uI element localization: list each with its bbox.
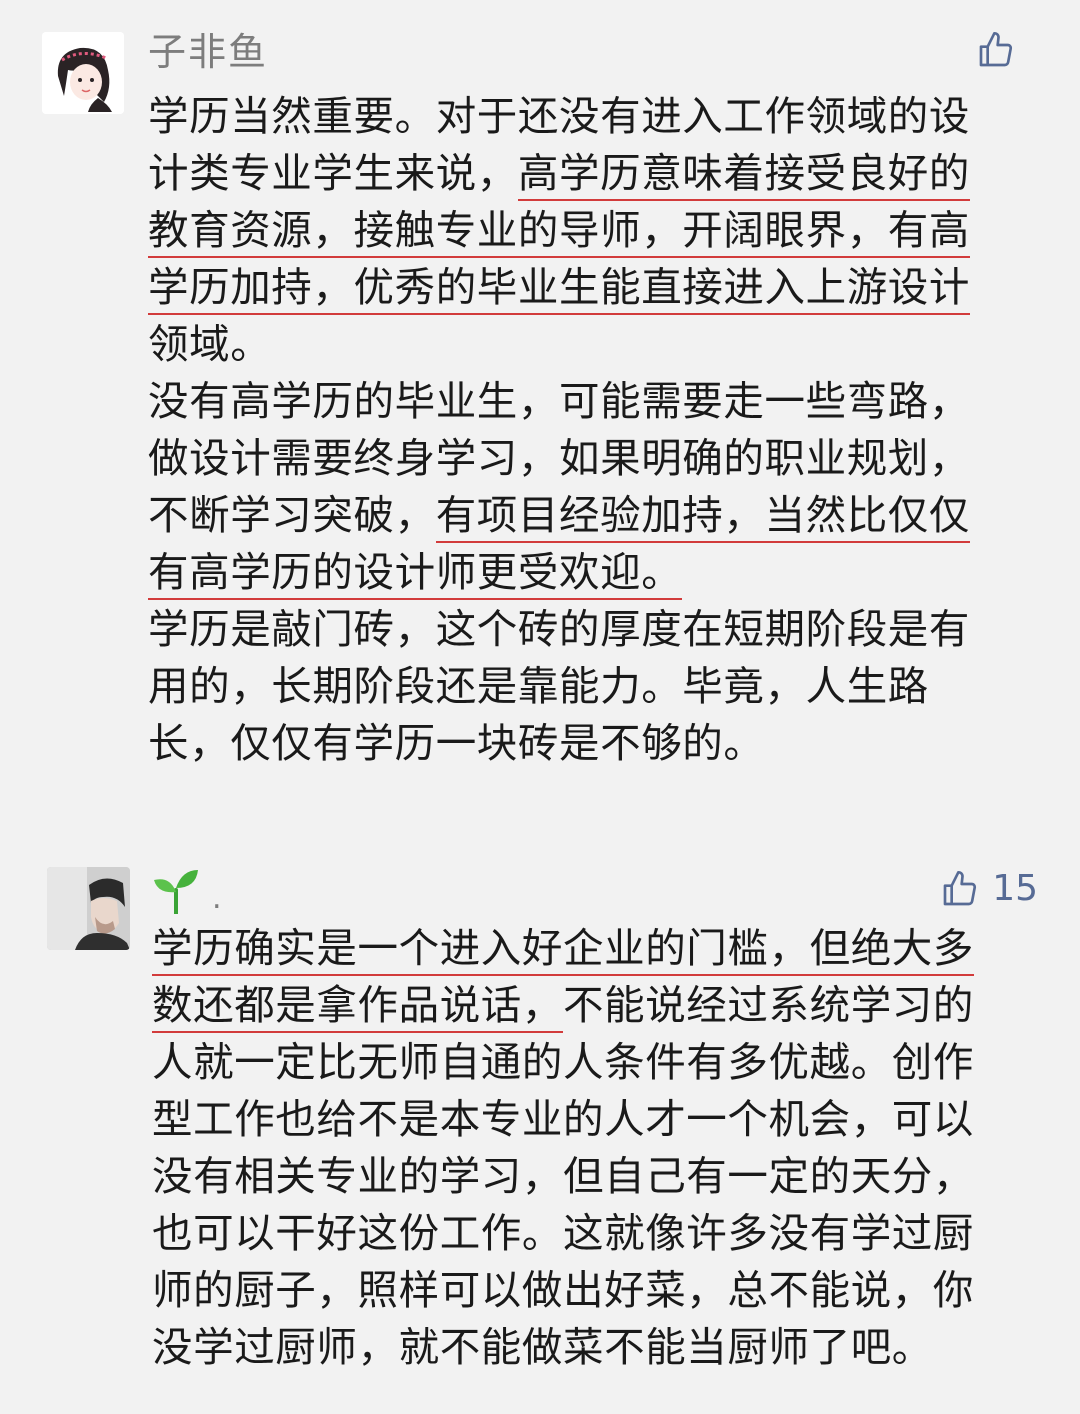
avatar-girl-icon	[42, 32, 124, 114]
text-line: 型工作也给不是本专业的人才一个机会，可以	[152, 1091, 1032, 1148]
text-segment: 领域。	[148, 320, 272, 368]
thumbs-up-icon	[979, 32, 1013, 67]
comment-card: 子非鱼 学历当然重要。对于还没有进入工作领域的设 计类专业学生来说，高学历意味着接…	[0, 0, 1080, 812]
text-line: 师的厨子，照样可以做出好菜，总不能说，你	[152, 1262, 1032, 1319]
underlined-text: 学历确实是一个进入好企业的门槛，但绝大多	[152, 924, 974, 976]
like-button[interactable]: 15	[940, 868, 1038, 909]
text-line: 人就一定比无师自通的人条件有多优越。创作	[152, 1034, 1032, 1091]
sprout-icon	[154, 870, 198, 914]
text-line: 领域。	[148, 316, 1028, 373]
text-line: 没有相关专业的学习，但自己有一定的天分，	[152, 1148, 1032, 1205]
text-line: 用的，长期阶段还是靠能力。毕竟，人生路	[148, 658, 1028, 715]
text-segment: 学历是敲门砖，这个砖的厚度在短期阶段是有	[148, 605, 970, 653]
text-segment: 用的，长期阶段还是靠能力。毕竟，人生路	[148, 662, 929, 710]
underlined-text: 有项目经验加持，当然比仅仅	[435, 491, 971, 543]
text-line: 不断学习突破，有项目经验加持，当然比仅仅	[148, 487, 1028, 544]
text-line: 学历当然重要。对于还没有进入工作领域的设	[148, 88, 1028, 145]
thumbs-up-icon	[943, 870, 977, 905]
text-line: 长，仅仅有学历一块砖是不够的。	[148, 715, 1028, 772]
underlined-text: 教育资源，接触专业的导师，开阔眼界，有高	[148, 206, 970, 258]
comment-card: . 15 学历确实是一个进入好企业的门槛，但绝大多 数还都是拿作品说话，不能说经过…	[0, 812, 1080, 1414]
text-line: 做设计需要终身学习，如果明确的职业规划，	[148, 430, 1028, 487]
comment-text: 学历当然重要。对于还没有进入工作领域的设 计类专业学生来说，高学历意味着接受良好的…	[148, 88, 1028, 772]
username[interactable]: .	[150, 868, 224, 914]
underlined-text: 高学历意味着接受良好的	[517, 149, 971, 201]
text-segment: 长，仅仅有学历一块砖是不够的。	[148, 719, 765, 767]
text-segment: 没学过厨师，就不能做菜不能当厨师了吧。	[152, 1323, 933, 1371]
text-segment: 师的厨子，照样可以做出好菜，总不能说，你	[152, 1266, 974, 1314]
text-segment: 不断学习突破，	[148, 491, 436, 539]
text-line: 学历加持，优秀的毕业生能直接进入上游设计	[148, 259, 1028, 316]
text-line: 学历确实是一个进入好企业的门槛，但绝大多	[152, 920, 1032, 977]
text-segment: 型工作也给不是本专业的人才一个机会，可以	[152, 1095, 974, 1143]
text-segment: 没有高学历的毕业生，可能需要走一些弯路，	[148, 377, 970, 425]
like-count: 15	[992, 868, 1038, 909]
text-line: 有高学历的设计师更受欢迎。	[148, 544, 1028, 601]
text-line: 数还都是拿作品说话，不能说经过系统学习的	[152, 977, 1032, 1034]
text-segment: 做设计需要终身学习，如果明确的职业规划，	[148, 434, 970, 482]
text-segment: 人就一定比无师自通的人条件有多优越。创作	[152, 1038, 974, 1086]
like-button[interactable]	[976, 30, 1028, 70]
underlined-text: 学历加持，优秀的毕业生能直接进入上游设计	[148, 263, 970, 315]
comment-text: 学历确实是一个进入好企业的门槛，但绝大多 数还都是拿作品说话，不能说经过系统学习的…	[152, 920, 1032, 1376]
text-segment: 不能说经过系统学习的	[563, 981, 974, 1029]
underlined-text: 数还都是拿作品说话，	[152, 981, 563, 1033]
text-line: 计类专业学生来说，高学历意味着接受良好的	[148, 145, 1028, 202]
text-line: 教育资源，接触专业的导师，开阔眼界，有高	[148, 202, 1028, 259]
text-segment: 学历当然重要。对于还没有进入工作领域的设	[148, 92, 970, 140]
text-segment: 计类专业学生来说，	[148, 149, 518, 197]
username-text: .	[212, 881, 224, 916]
text-line: 也可以干好这份工作。这就像许多没有学过厨	[152, 1205, 1032, 1262]
username[interactable]: 子非鱼	[148, 33, 268, 71]
text-line: 学历是敲门砖，这个砖的厚度在短期阶段是有	[148, 601, 1028, 658]
text-line: 没有高学历的毕业生，可能需要走一些弯路，	[148, 373, 1028, 430]
avatar-man-icon	[47, 867, 130, 950]
text-line: 没学过厨师，就不能做菜不能当厨师了吧。	[152, 1319, 1032, 1376]
avatar[interactable]	[42, 32, 124, 114]
text-segment: 也可以干好这份工作。这就像许多没有学过厨	[152, 1209, 974, 1257]
avatar[interactable]	[47, 867, 130, 950]
text-segment: 没有相关专业的学习，但自己有一定的天分，	[152, 1152, 974, 1200]
underlined-text: 有高学历的设计师更受欢迎。	[148, 548, 683, 600]
